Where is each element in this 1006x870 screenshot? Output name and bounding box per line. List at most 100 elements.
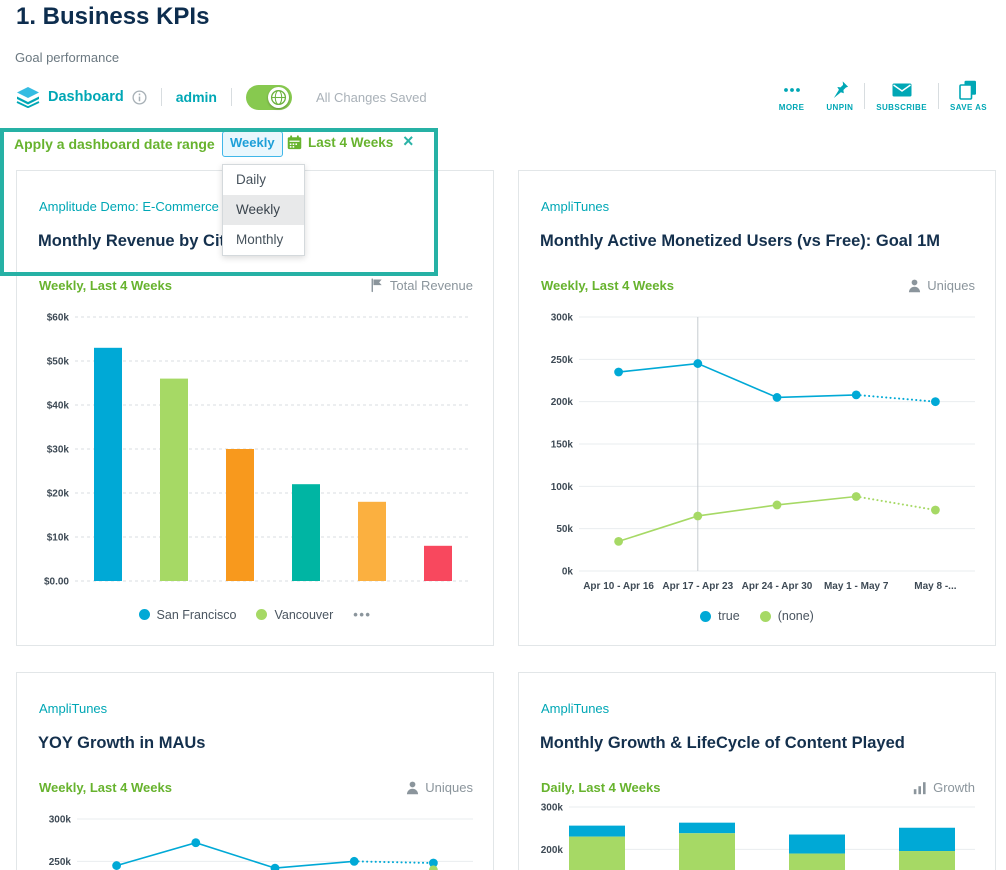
- card-date-range: Weekly, Last 4 Weeks: [39, 780, 172, 795]
- lifecycle-stacked-bar-chart[interactable]: 300k 200k: [527, 799, 983, 870]
- person-icon: [406, 781, 419, 795]
- legend-item[interactable]: San Francisco: [139, 608, 237, 622]
- card-title-link[interactable]: Monthly Active Monetized Users (vs Free)…: [540, 232, 940, 251]
- card-meta-row: Daily, Last 4 Weeks Growth: [541, 780, 975, 795]
- svg-text:$20k: $20k: [47, 489, 70, 500]
- svg-text:May 1 - May 7: May 1 - May 7: [824, 581, 889, 592]
- card-metric-label: Growth: [933, 780, 975, 795]
- card-source-link[interactable]: AmpliTunes: [541, 701, 609, 716]
- copy-icon: [959, 80, 977, 99]
- card-title-link[interactable]: Monthly Growth & LifeCycle of Content Pl…: [540, 734, 905, 753]
- legend-dot: [700, 611, 711, 622]
- date-range-button[interactable]: Last 4 Weeks: [287, 135, 393, 150]
- card-meta-row: Weekly, Last 4 Weeks Uniques: [541, 278, 975, 293]
- card-metric-label: Total Revenue: [390, 278, 473, 293]
- card-metric-label: Uniques: [927, 278, 975, 293]
- svg-text:250k: 250k: [551, 355, 574, 366]
- legend-label: San Francisco: [157, 608, 237, 622]
- unpin-button[interactable]: UNPIN: [815, 80, 864, 112]
- svg-text:$60k: $60k: [47, 313, 70, 324]
- page-title: 1. Business KPIs: [16, 3, 209, 31]
- dropdown-option-weekly[interactable]: Weekly: [223, 195, 304, 225]
- info-icon[interactable]: [132, 90, 147, 105]
- card-metric: Uniques: [908, 278, 975, 293]
- revenue-bar-chart[interactable]: $0.00 $10k $20k $30k $40k $50k $60k: [25, 303, 481, 603]
- svg-text:$40k: $40k: [47, 401, 70, 412]
- header-actions: MORE UNPIN SUBSCRIBE SAVE AS: [768, 80, 998, 112]
- card-title-link[interactable]: Monthly Revenue by City: [38, 232, 234, 251]
- legend-label: Vancouver: [274, 608, 333, 622]
- date-range-label: Last 4 Weeks: [308, 135, 393, 150]
- svg-text:$0.00: $0.00: [44, 577, 69, 588]
- legend-item[interactable]: Vancouver: [256, 608, 333, 622]
- subscribe-button[interactable]: SUBSCRIBE: [865, 80, 938, 112]
- card-source-link[interactable]: AmpliTunes: [39, 701, 107, 716]
- yoy-growth-line-chart[interactable]: 0k50k100k150k200k250k300k: [25, 801, 481, 870]
- svg-text:300k: 300k: [551, 313, 574, 324]
- card-source-link[interactable]: AmpliTunes: [541, 199, 609, 214]
- monetized-users-line-chart[interactable]: 0k 50k 100k 150k 200k 250k 300k Apr 10 - Apr 16…: [527, 299, 983, 595]
- legend-dot: [139, 609, 150, 620]
- card-date-range: Weekly, Last 4 Weeks: [39, 278, 172, 293]
- dropdown-option-monthly[interactable]: Monthly: [223, 225, 304, 255]
- chart-card-yoy-growth: AmpliTunes YOY Growth in MAUs Weekly, La…: [16, 672, 494, 870]
- subscribe-label: SUBSCRIBE: [876, 103, 927, 112]
- divider: [231, 88, 232, 106]
- card-title-link[interactable]: YOY Growth in MAUs: [38, 734, 205, 753]
- user-admin-link[interactable]: admin: [176, 89, 217, 105]
- dashboard-toolbar: Dashboard admin All Changes Saved: [16, 82, 427, 112]
- svg-text:$10k: $10k: [47, 533, 70, 544]
- dropdown-option-daily[interactable]: Daily: [223, 165, 304, 195]
- autosave-status: All Changes Saved: [316, 90, 427, 105]
- svg-text:150k: 150k: [551, 440, 574, 451]
- svg-text:$30k: $30k: [47, 445, 70, 456]
- flag-icon: [370, 278, 384, 293]
- pin-icon: [831, 80, 849, 99]
- more-button[interactable]: MORE: [768, 80, 816, 112]
- legend-item[interactable]: (none): [760, 609, 814, 623]
- svg-text:$50k: $50k: [47, 357, 70, 368]
- legend-item[interactable]: true: [700, 609, 740, 623]
- save-as-button[interactable]: SAVE AS: [939, 80, 998, 112]
- svg-text:May 8 -...: May 8 -...: [914, 581, 956, 592]
- card-date-range: Weekly, Last 4 Weeks: [541, 278, 674, 293]
- svg-text:Apr 10 - Apr 16: Apr 10 - Apr 16: [583, 581, 654, 592]
- legend-dot: [760, 611, 771, 622]
- toggle-knob: [268, 87, 289, 108]
- envelope-icon: [892, 80, 912, 99]
- interval-dropdown-button[interactable]: Weekly: [222, 131, 283, 157]
- svg-text:0k: 0k: [562, 567, 574, 578]
- more-label: MORE: [779, 103, 805, 112]
- chart-card-monetized-users: AmpliTunes Monthly Active Monetized User…: [518, 170, 996, 646]
- growth-bars-icon: [913, 781, 927, 795]
- legend-dot: [256, 609, 267, 620]
- card-meta-row: Weekly, Last 4 Weeks Total Revenue: [39, 278, 473, 293]
- card-date-range: Daily, Last 4 Weeks: [541, 780, 660, 795]
- date-range-prompt: Apply a dashboard date range: [14, 136, 215, 152]
- close-icon[interactable]: ×: [403, 131, 414, 152]
- dashboard-nav-label[interactable]: Dashboard: [48, 89, 124, 105]
- svg-text:200k: 200k: [541, 845, 564, 856]
- calendar-icon: [287, 135, 302, 150]
- divider: [161, 88, 162, 106]
- more-dots-icon: [783, 80, 801, 99]
- unpin-label: UNPIN: [826, 103, 853, 112]
- svg-text:200k: 200k: [551, 397, 574, 408]
- svg-text:50k: 50k: [556, 524, 573, 535]
- chart-card-content-lifecycle: AmpliTunes Monthly Growth & LifeCycle of…: [518, 672, 996, 870]
- card-source-link[interactable]: Amplitude Demo: E-Commerce: [39, 199, 219, 214]
- svg-text:Apr 17 - Apr 23: Apr 17 - Apr 23: [662, 581, 733, 592]
- card-metric: Growth: [913, 780, 975, 795]
- save-as-label: SAVE AS: [950, 103, 987, 112]
- svg-text:100k: 100k: [551, 482, 574, 493]
- legend-label: (none): [778, 609, 814, 623]
- card-metric: Total Revenue: [370, 278, 473, 293]
- card-meta-row: Weekly, Last 4 Weeks Uniques: [39, 780, 473, 795]
- page-subtitle: Goal performance: [15, 50, 119, 65]
- legend-more-button[interactable]: •••: [353, 607, 371, 622]
- svg-text:300k: 300k: [541, 803, 564, 814]
- legend-label: true: [718, 609, 740, 623]
- card-metric: Uniques: [406, 780, 473, 795]
- chart-legend: true (none): [519, 609, 995, 623]
- public-toggle[interactable]: [246, 85, 292, 110]
